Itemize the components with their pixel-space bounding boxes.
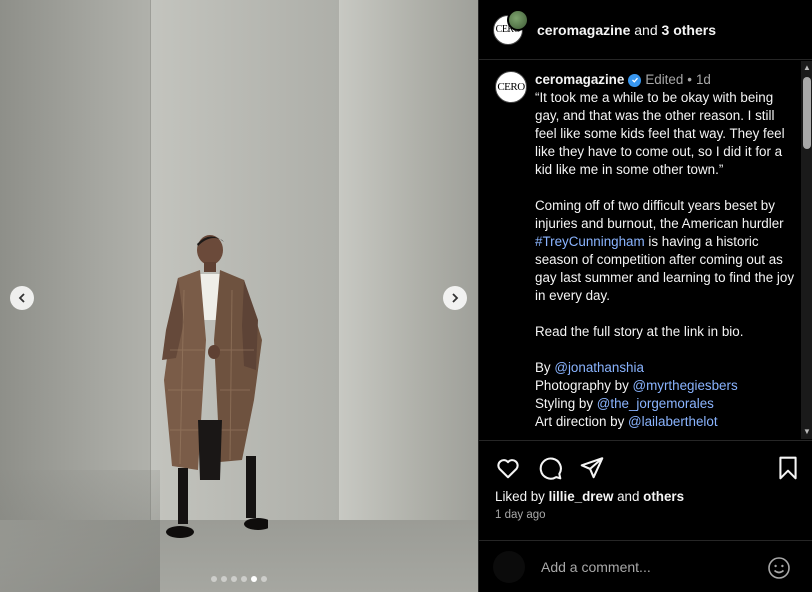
carousel-dot [231,576,237,582]
credit-label: Art direction by [535,414,629,429]
header-others-link[interactable]: 3 others [662,22,716,38]
photo-wall-left [0,0,150,530]
carousel-dot [221,576,227,582]
like-button[interactable] [495,455,521,481]
post-age: 1d [695,72,711,87]
photo-person-figure [162,235,268,538]
liked-prefix: Liked by [495,489,545,504]
chevron-left-icon [18,293,25,303]
meta-separator: • [687,72,692,87]
emoji-button[interactable] [767,556,791,580]
collaborator-avatar [507,8,529,31]
credit-line: By @jonathanshia [535,359,795,377]
share-icon [580,457,604,479]
credit-handle-link[interactable]: @jonathanshia [554,360,644,375]
header-and-text: and [634,21,658,38]
heart-icon [497,459,519,479]
carousel-dot [241,576,247,582]
credit-handle-link[interactable]: @myrthegiesbers [633,378,738,393]
carousel-dot [261,576,267,582]
liked-user-link[interactable]: lillie_drew [549,489,614,504]
credit-handle-link[interactable]: @the_jorgemorales [597,396,714,411]
credit-label: By [535,360,555,375]
hashtag-link[interactable]: #TreyCunningham [535,234,645,249]
scroll-up-arrow-icon[interactable]: ▲ [803,64,811,72]
post-panel: CERO ceromagazine and 3 others CERO cero… [478,0,812,592]
post-caption: CERO ceromagazine Edited • 1d “It took m… [495,71,795,431]
bookmark-icon [779,456,797,480]
caption-body: ceromagazine Edited • 1d “It took me a w… [535,71,795,431]
header-account-link[interactable]: ceromagazine [537,22,630,38]
credit-label: Photography by [535,378,633,393]
emoji-icon [768,557,790,579]
caption-avatar[interactable]: CERO [495,71,527,103]
caption-body-text: Coming off of two difficult years beset … [535,197,795,305]
credit-label: Styling by [535,396,597,411]
credit-handle-link[interactable]: @lailaberthelot [628,414,718,429]
share-button[interactable] [579,455,605,481]
carousel-dot [211,576,217,582]
caption-text-before: Coming off of two difficult years beset … [535,198,784,231]
post-actions: Liked by lillie_drew and others 1 day ag… [479,440,812,540]
verified-icon [628,73,642,87]
carousel-dot [251,576,257,582]
scrollbar-thumb[interactable] [803,77,811,149]
comment-input[interactable] [541,558,781,575]
action-icons [495,455,605,481]
credit-line: Styling by @the_jorgemorales [535,395,795,413]
comment-box [479,540,812,592]
save-button[interactable] [775,455,801,481]
scroll-down-arrow-icon[interactable]: ▼ [803,428,811,436]
header-avatar-stack[interactable]: CERO [493,8,529,45]
carousel-indicator [0,576,478,582]
credit-line: Photography by @myrthegiesbers [535,377,795,395]
credit-line: Art direction by @lailaberthelot [535,413,795,431]
edited-label: Edited [645,72,684,87]
comments-scrollbar[interactable]: ▲ ▼ [801,61,812,439]
photo-floor-shadow [0,470,160,592]
comments-section[interactable]: CERO ceromagazine Edited • 1d “It took m… [479,61,812,439]
current-user-avatar [493,551,525,583]
header-accounts: ceromagazine and 3 others [537,22,716,38]
caption-quote: “It took me a while to be okay with bein… [535,90,785,177]
liked-and: and [617,489,640,504]
comment-icon [539,457,562,480]
chevron-right-icon [452,293,459,303]
liked-others-link[interactable]: others [643,489,684,504]
comment-button[interactable] [537,455,563,481]
caption-read-more: Read the full story at the link in bio. [535,324,744,339]
liked-by-text: Liked by lillie_drew and others [495,489,684,504]
carousel-next-button[interactable] [443,286,467,310]
carousel-prev-button[interactable] [10,286,34,310]
post-timestamp[interactable]: 1 day ago [495,509,546,521]
post-header: CERO ceromagazine and 3 others [479,0,812,60]
caption-header: ceromagazine Edited • 1d [535,71,795,89]
post-media [0,0,478,592]
caption-username[interactable]: ceromagazine [535,71,624,89]
